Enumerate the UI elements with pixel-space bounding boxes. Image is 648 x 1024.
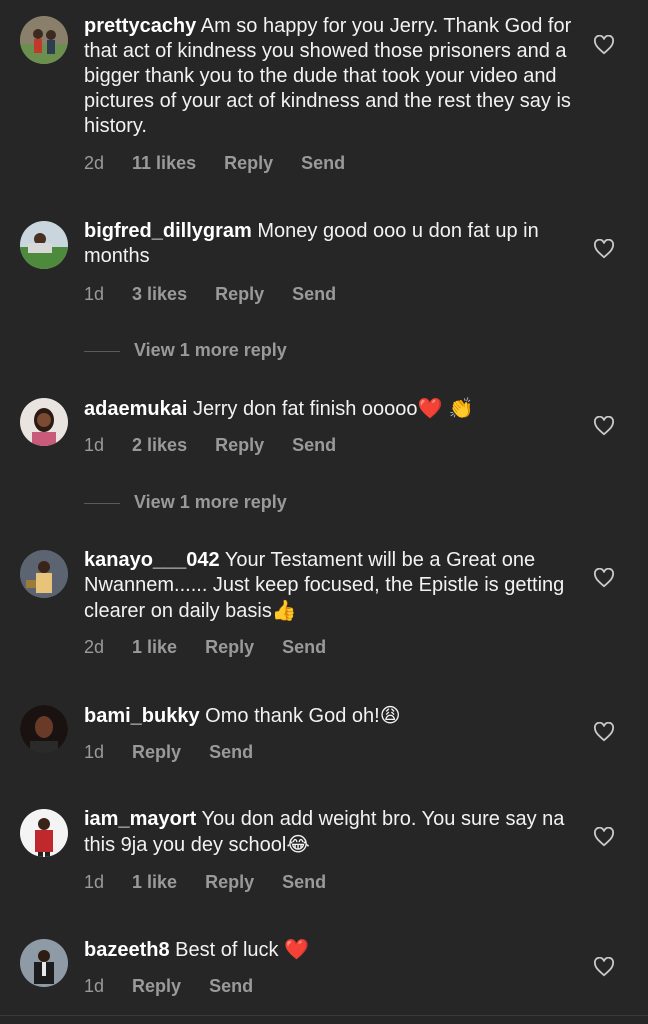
- timestamp: 1d: [84, 742, 105, 762]
- send-button[interactable]: Send: [301, 153, 345, 173]
- view-more-replies[interactable]: View 1 more reply: [84, 340, 287, 361]
- send-button[interactable]: Send: [292, 435, 336, 455]
- comment-text: bazeeth8 Best of luck ❤️: [84, 937, 584, 963]
- divider-line: [84, 350, 120, 352]
- timestamp: 2d: [84, 637, 105, 657]
- heart-outline-icon[interactable]: [593, 827, 615, 847]
- reply-button[interactable]: Reply: [132, 742, 181, 762]
- view-more-replies-label[interactable]: View 1 more reply: [134, 340, 287, 360]
- reply-button[interactable]: Reply: [215, 284, 264, 304]
- comment-meta: 1d 2 likes Reply Send: [84, 435, 364, 456]
- comment-text: bami_bukky Omo thank God oh!😩: [84, 703, 584, 729]
- timestamp: 1d: [84, 976, 105, 996]
- username[interactable]: bazeeth8: [84, 939, 170, 961]
- heart-outline-icon[interactable]: [593, 35, 615, 55]
- comment-text: bigfred_dillygram Money good ooo u don f…: [84, 219, 584, 269]
- emoji: 👍: [271, 598, 297, 622]
- avatar[interactable]: [20, 398, 68, 446]
- emoji: ❤️: [284, 937, 310, 961]
- avatar[interactable]: [20, 16, 68, 64]
- heart-outline-icon[interactable]: [593, 416, 615, 436]
- username[interactable]: adaemukai: [84, 398, 187, 420]
- username[interactable]: bami_bukky: [84, 705, 200, 727]
- avatar[interactable]: [20, 550, 68, 598]
- bottom-divider: [0, 1015, 648, 1016]
- avatar[interactable]: [20, 705, 68, 753]
- comment-meta: 1d Reply Send: [84, 976, 281, 997]
- heart-outline-icon[interactable]: [593, 239, 615, 259]
- reply-button[interactable]: Reply: [205, 872, 254, 892]
- username[interactable]: kanayo___042: [84, 549, 220, 571]
- view-more-replies-label[interactable]: View 1 more reply: [134, 492, 287, 512]
- comment-text: prettycachy Am so happy for you Jerry. T…: [84, 14, 584, 139]
- emoji: 😩: [379, 703, 401, 727]
- comment-meta: 1d 3 likes Reply Send: [84, 284, 364, 305]
- likes-count[interactable]: 11 likes: [132, 153, 196, 173]
- reply-button[interactable]: Reply: [132, 976, 181, 996]
- view-more-replies[interactable]: View 1 more reply: [84, 492, 287, 513]
- send-button[interactable]: Send: [292, 284, 336, 304]
- timestamp: 1d: [84, 872, 105, 892]
- comment-body: Jerry don fat finish ooooo: [192, 398, 418, 420]
- comment-body: Best of luck: [175, 939, 279, 961]
- username[interactable]: bigfred_dillygram: [84, 220, 252, 242]
- send-button[interactable]: Send: [209, 976, 253, 996]
- avatar[interactable]: [20, 809, 68, 857]
- likes-count[interactable]: 2 likes: [132, 435, 187, 455]
- comment-body: Omo thank God oh!: [205, 705, 380, 727]
- comment-text: iam_mayort You don add weight bro. You s…: [84, 807, 584, 858]
- reply-button[interactable]: Reply: [224, 153, 273, 173]
- emoji: 😂: [286, 832, 310, 856]
- timestamp: 1d: [84, 284, 105, 304]
- username[interactable]: iam_mayort: [84, 808, 196, 830]
- likes-count[interactable]: 1 like: [132, 637, 177, 657]
- reply-button[interactable]: Reply: [215, 435, 264, 455]
- avatar[interactable]: [20, 939, 68, 987]
- timestamp: 1d: [84, 435, 105, 455]
- comment-meta: 1d 1 like Reply Send: [84, 872, 354, 893]
- avatar[interactable]: [20, 221, 68, 269]
- timestamp: 2d: [84, 153, 105, 173]
- heart-outline-icon[interactable]: [593, 722, 615, 742]
- reply-button[interactable]: Reply: [205, 637, 254, 657]
- emoji: ❤️ 👏: [417, 396, 474, 420]
- comment-text: kanayo___042 Your Testament will be a Gr…: [84, 548, 584, 624]
- likes-count[interactable]: 1 like: [132, 872, 177, 892]
- send-button[interactable]: Send: [209, 742, 253, 762]
- send-button[interactable]: Send: [282, 872, 326, 892]
- divider-line: [84, 502, 120, 504]
- comment-meta: 2d 11 likes Reply Send: [84, 153, 373, 174]
- comment-text: adaemukai Jerry don fat finish ooooo❤️ 👏: [84, 396, 584, 422]
- comment-meta: 2d 1 like Reply Send: [84, 637, 354, 658]
- heart-outline-icon[interactable]: [593, 957, 615, 977]
- likes-count[interactable]: 3 likes: [132, 284, 187, 304]
- send-button[interactable]: Send: [282, 637, 326, 657]
- username[interactable]: prettycachy: [84, 15, 196, 37]
- comment-meta: 1d Reply Send: [84, 742, 281, 763]
- heart-outline-icon[interactable]: [593, 568, 615, 588]
